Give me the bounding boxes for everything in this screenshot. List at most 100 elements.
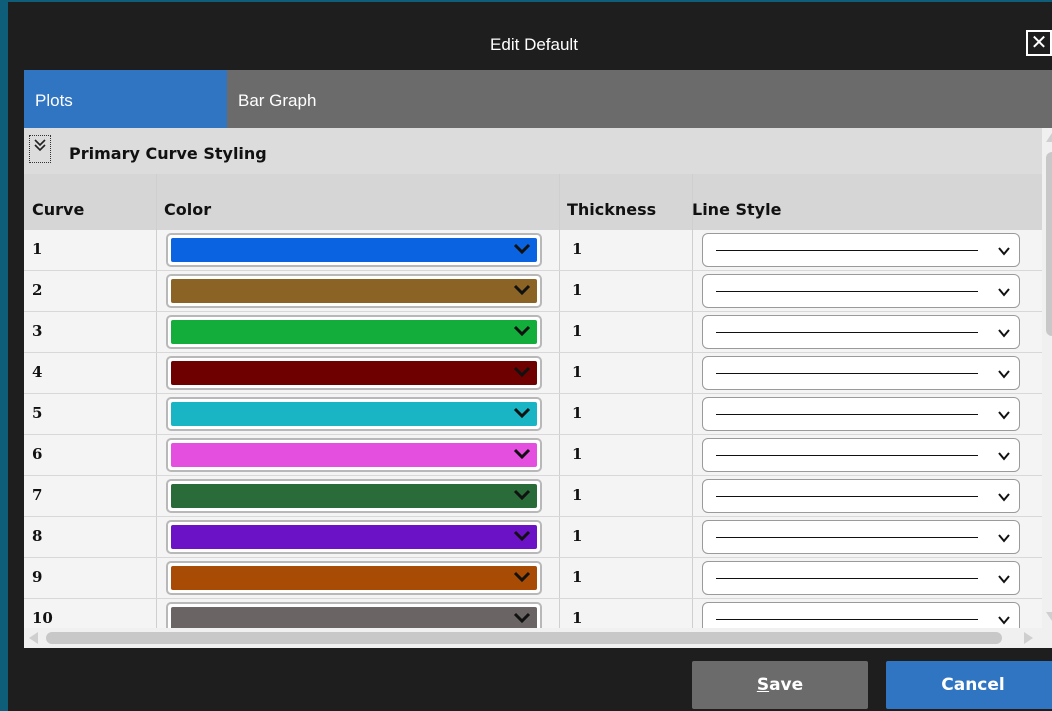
table-row: 31 — [24, 312, 1042, 353]
chevron-down-icon — [998, 370, 1010, 379]
thickness-value[interactable]: 1 — [572, 404, 582, 422]
color-dropdown[interactable] — [166, 397, 542, 431]
color-dropdown[interactable] — [166, 356, 542, 390]
color-dropdown[interactable] — [166, 274, 542, 308]
thickness-value[interactable]: 1 — [572, 240, 582, 258]
dialog-title: Edit Default — [490, 35, 578, 54]
table-row: 21 — [24, 271, 1042, 312]
chevron-down-icon — [513, 243, 531, 255]
line-style-preview — [716, 373, 978, 374]
line-style-dropdown[interactable] — [702, 479, 1020, 513]
chevron-down-icon — [513, 571, 531, 583]
close-icon: ✕ — [1030, 30, 1048, 54]
color-dropdown[interactable] — [166, 561, 542, 595]
chevron-down-icon — [513, 407, 531, 419]
edit-default-dialog: Edit Default ✕ Plots Bar Graph Primary C… — [0, 0, 1052, 711]
section-header: Primary Curve Styling — [24, 128, 1042, 174]
double-chevron-down-icon[interactable] — [29, 135, 51, 163]
grid-header: Curve Color Thickness Line Style — [24, 174, 1042, 230]
chevron-down-icon — [513, 366, 531, 378]
table-row: 91 — [24, 558, 1042, 599]
thickness-value[interactable]: 1 — [572, 363, 582, 381]
line-style-dropdown[interactable] — [702, 561, 1020, 595]
chevron-down-icon — [998, 575, 1010, 584]
curve-number: 7 — [32, 486, 43, 504]
line-style-dropdown[interactable] — [702, 438, 1020, 472]
line-style-dropdown[interactable] — [702, 397, 1020, 431]
line-style-preview — [716, 578, 978, 579]
line-style-preview — [716, 332, 978, 333]
table-row: 11 — [24, 230, 1042, 271]
chevron-down-icon — [513, 448, 531, 460]
scroll-up-arrow-icon[interactable] — [1045, 130, 1052, 144]
horizontal-scrollbar[interactable] — [24, 628, 1052, 648]
thickness-value[interactable]: 1 — [572, 609, 582, 627]
title-bar: Edit Default — [16, 4, 1052, 68]
line-style-preview — [716, 250, 978, 251]
chevron-down-icon — [513, 489, 531, 501]
line-style-dropdown[interactable] — [702, 315, 1020, 349]
line-style-preview — [716, 496, 978, 497]
line-style-dropdown[interactable] — [702, 233, 1020, 267]
close-button[interactable]: ✕ — [1026, 30, 1052, 56]
color-dropdown[interactable] — [166, 233, 542, 267]
table-row: 41 — [24, 353, 1042, 394]
curve-number: 1 — [32, 240, 43, 258]
chevron-down-icon — [998, 616, 1010, 625]
color-dropdown[interactable] — [166, 315, 542, 349]
curve-number: 4 — [32, 363, 43, 381]
line-style-preview — [716, 537, 978, 538]
tab-bar-graph[interactable]: Bar Graph — [227, 70, 427, 128]
table-row: 71 — [24, 476, 1042, 517]
column-header-curve[interactable]: Curve — [24, 174, 156, 230]
line-style-dropdown[interactable] — [702, 356, 1020, 390]
save-button[interactable]: Save — [692, 661, 868, 709]
column-header-line-style[interactable]: Line Style — [684, 174, 1034, 230]
line-style-dropdown[interactable] — [702, 520, 1020, 554]
tab-plots[interactable]: Plots — [24, 70, 227, 128]
chevron-down-icon — [513, 612, 531, 624]
table-row: 51 — [24, 394, 1042, 435]
scroll-left-arrow-icon[interactable] — [26, 631, 40, 645]
thickness-value[interactable]: 1 — [572, 486, 582, 504]
thickness-value[interactable]: 1 — [572, 322, 582, 340]
color-swatch — [171, 238, 537, 262]
chevron-down-icon — [513, 284, 531, 296]
curve-number: 3 — [32, 322, 43, 340]
thickness-value[interactable]: 1 — [572, 281, 582, 299]
vertical-scrollbar[interactable] — [1042, 128, 1052, 634]
thickness-value[interactable]: 1 — [572, 527, 582, 545]
curve-number: 5 — [32, 404, 43, 422]
column-header-thickness[interactable]: Thickness — [559, 174, 692, 230]
horizontal-scroll-thumb[interactable] — [46, 632, 1002, 644]
vertical-scroll-thumb[interactable] — [1046, 152, 1052, 336]
color-dropdown[interactable] — [166, 438, 542, 472]
cancel-button[interactable]: Cancel — [886, 661, 1052, 709]
curve-number: 2 — [32, 281, 43, 299]
curve-number: 10 — [32, 609, 53, 627]
color-swatch — [171, 484, 537, 508]
scroll-right-arrow-icon[interactable] — [1022, 631, 1036, 645]
line-style-dropdown[interactable] — [702, 274, 1020, 308]
color-dropdown[interactable] — [166, 479, 542, 513]
color-dropdown[interactable] — [166, 520, 542, 554]
thickness-value[interactable]: 1 — [572, 445, 582, 463]
line-style-preview — [716, 414, 978, 415]
color-swatch — [171, 320, 537, 344]
thickness-value[interactable]: 1 — [572, 568, 582, 586]
curve-number: 8 — [32, 527, 43, 545]
scroll-down-arrow-icon[interactable] — [1045, 610, 1052, 624]
chevron-down-icon — [998, 411, 1010, 420]
chevron-down-icon — [998, 534, 1010, 543]
color-swatch — [171, 525, 537, 549]
save-mnemonic: S — [756, 675, 770, 695]
section-title: Primary Curve Styling — [69, 144, 267, 163]
table-row: 61 — [24, 435, 1042, 476]
chevron-down-icon — [513, 325, 531, 337]
color-swatch — [171, 361, 537, 385]
line-style-preview — [716, 291, 978, 292]
line-style-preview — [716, 619, 978, 620]
save-label: ave — [769, 675, 804, 695]
column-header-color[interactable]: Color — [156, 174, 559, 230]
chevron-down-icon — [513, 530, 531, 542]
